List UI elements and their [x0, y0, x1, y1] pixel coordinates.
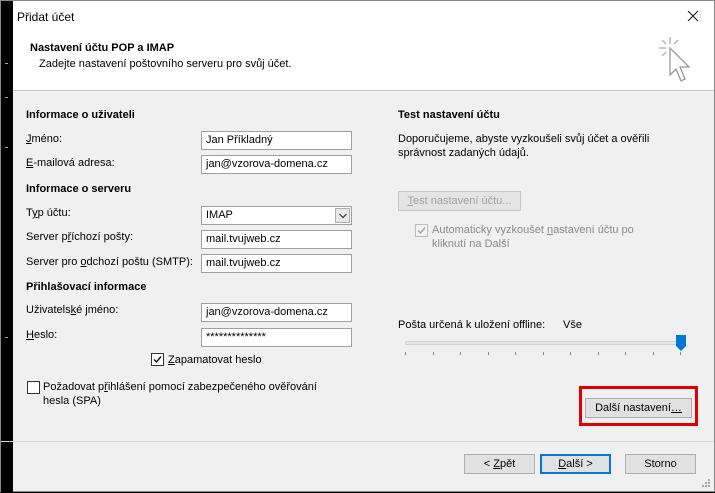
auto-test-label-line2[interactable]: kliknutí na Další [432, 238, 510, 250]
test-description-line2: správnost zadaných údajů. [398, 147, 529, 159]
username-label: Uživatelské jméno: [26, 304, 119, 316]
incoming-server-input[interactable]: mail.tvujweb.cz [201, 230, 352, 249]
test-settings-heading: Test nastavení účtu [398, 109, 500, 121]
incoming-server-label: Server příchozí pošty: [26, 231, 134, 243]
remember-password-label[interactable]: Zapamatovat heslo [168, 354, 262, 366]
user-info-heading: Informace o uživateli [26, 109, 135, 121]
password-label: Heslo: [26, 329, 58, 341]
checkmark-icon [153, 356, 162, 364]
background-edge [1, 1, 13, 493]
offline-mail-value: Vše [563, 319, 582, 331]
spa-label-line2[interactable]: hesla (SPA) [43, 395, 101, 407]
slider-tick [625, 352, 626, 355]
outgoing-server-input[interactable]: mail.tvujweb.cz [201, 254, 352, 273]
name-label: Jméno: [26, 133, 63, 145]
chevron-down-icon [339, 213, 347, 219]
slider-tick [570, 352, 571, 355]
header-subtitle: Zadejte nastavení poštovního serveru pro… [39, 58, 292, 70]
name-input[interactable]: Jan Příkladný [201, 131, 352, 150]
back-button[interactable]: < Zpět [464, 454, 535, 474]
header-title: Nastavení účtu POP a IMAP [30, 42, 175, 54]
title-bar: Přidat účet [1, 1, 714, 32]
slider-tick [543, 352, 544, 355]
slider-tick [653, 352, 654, 355]
checkmark-icon [417, 227, 426, 235]
footer-divider [1, 441, 714, 442]
account-type-select[interactable]: IMAP [201, 206, 352, 225]
spa-label-line1[interactable]: Požadovat přihlášení pomocí zabezpečenéh… [43, 381, 317, 393]
username-input[interactable]: jan@vzorova-domena.cz [201, 303, 352, 322]
slider-tick [405, 352, 406, 355]
remember-password-checkbox[interactable] [151, 353, 164, 366]
auto-test-checkbox[interactable] [415, 224, 428, 237]
email-label: E-mailová adresa: [26, 157, 115, 169]
next-button[interactable]: Další > [540, 454, 611, 474]
account-type-label: Typ účtu: [26, 207, 71, 219]
slider-tick [433, 352, 434, 355]
password-input[interactable]: ************** [201, 328, 352, 347]
close-icon [687, 10, 699, 22]
cursor-click-icon [659, 37, 691, 82]
cancel-button[interactable]: Storno [625, 454, 696, 474]
slider-tick [598, 352, 599, 355]
login-info-heading: Přihlašovací informace [26, 281, 147, 293]
close-button[interactable] [682, 6, 704, 26]
account-type-value: IMAP [206, 209, 233, 221]
offline-mail-slider-track[interactable] [405, 341, 685, 345]
spa-checkbox[interactable] [27, 381, 40, 394]
offline-mail-slider-ticks [405, 352, 685, 356]
highlight-box [579, 386, 698, 426]
resize-grip-icon[interactable] [700, 477, 710, 487]
add-account-dialog: Přidat účet Nastavení účtu POP a IMAP Za… [0, 0, 715, 493]
slider-tick [488, 352, 489, 355]
offline-mail-slider-thumb[interactable] [676, 335, 686, 351]
dialog-header: Nastavení účtu POP a IMAP Zadejte nastav… [1, 32, 714, 91]
outgoing-server-label: Server pro odchozí poštu (SMTP): [26, 256, 193, 268]
test-account-settings-button[interactable]: Test nastavení účtu... [398, 191, 521, 211]
dropdown-button[interactable] [335, 208, 350, 223]
window-title: Přidat účet [17, 10, 75, 24]
slider-tick [515, 352, 516, 355]
test-description-line1: Doporučujeme, abyste vyzkoušeli svůj úče… [398, 133, 650, 145]
slider-tick [680, 352, 681, 355]
offline-mail-label: Pošta určená k uložení offline: [398, 319, 546, 331]
slider-tick [460, 352, 461, 355]
email-input[interactable]: jan@vzorova-domena.cz [201, 155, 352, 174]
server-info-heading: Informace o serveru [26, 183, 132, 195]
auto-test-label-line1[interactable]: Automaticky vyzkoušet nastavení účtu po [432, 224, 634, 236]
